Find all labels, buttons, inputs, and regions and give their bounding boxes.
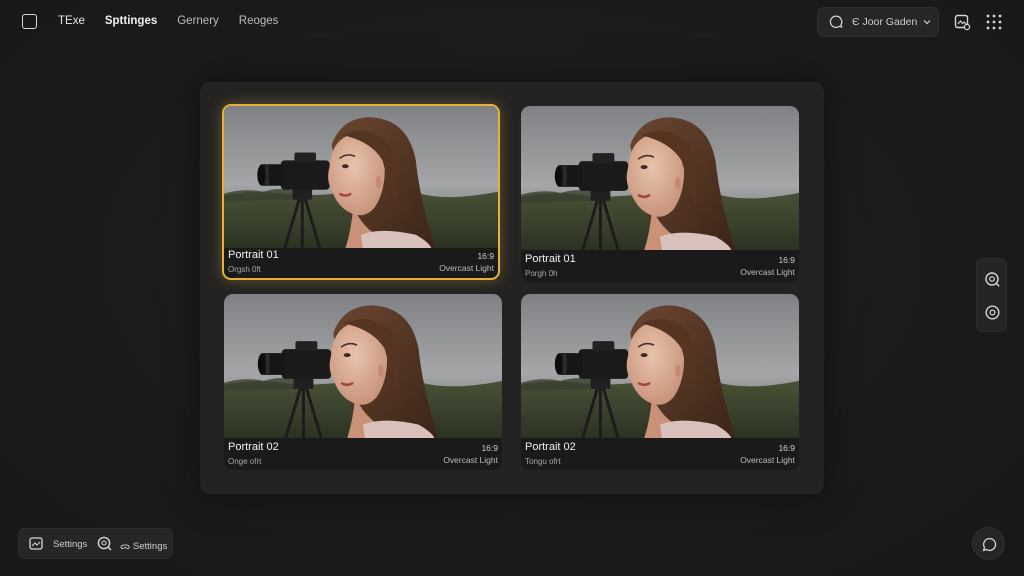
photo-thumbnail <box>224 106 498 248</box>
photo-card[interactable]: Portrait 01 Porgh 0h 16:9 Overcast Light <box>521 106 799 282</box>
card-ratio: 16:9 <box>481 443 498 453</box>
card-lighting: Overcast Light <box>740 267 795 277</box>
photo-thumbnail <box>521 294 799 438</box>
photo-thumbnail <box>224 294 502 438</box>
image-settings-icon[interactable] <box>29 537 43 550</box>
bottom-settings-bar: Settings ᯅ Settings <box>18 528 173 559</box>
card-title: Portrait 02 <box>228 441 279 453</box>
card-title: Portrait 02 <box>525 441 576 453</box>
card-lighting: Overcast Light <box>443 455 498 465</box>
card-lighting: Overcast Light <box>439 263 494 273</box>
right-tool-dock <box>976 258 1007 332</box>
photo-card[interactable]: Portrait 01 Orgsh 0ft 16:9 Overcast Ligh… <box>222 104 500 280</box>
card-ratio: 16:9 <box>778 255 795 265</box>
target-icon[interactable] <box>984 304 1001 321</box>
card-subtitle: Tongu ofrt <box>525 457 561 466</box>
chat-bubble-icon <box>829 15 843 29</box>
chat-button[interactable] <box>972 527 1005 560</box>
zoom-in-icon[interactable] <box>984 271 1001 288</box>
card-lighting: Overcast Light <box>740 455 795 465</box>
brand-label[interactable]: TExe <box>58 15 85 27</box>
photo-card[interactable]: Portrait 02 Оnge ofrt 16:9 Overcast Ligh… <box>224 294 502 470</box>
card-ratio: 16:9 <box>778 443 795 453</box>
account-label: Є Joor Gaden <box>852 16 918 28</box>
settings-button-1[interactable]: Settings <box>53 539 87 550</box>
gallery-panel: Portrait 01 Orgsh 0ft 16:9 Overcast Ligh… <box>200 82 824 494</box>
photo-card[interactable]: Portrait 02 Tongu ofrt 16:9 Overcast Lig… <box>521 294 799 470</box>
nav-item-settings[interactable]: Spttinges <box>105 15 157 27</box>
chevron-down-icon <box>923 20 931 25</box>
card-subtitle: Оnge ofrt <box>228 457 262 466</box>
settings-button-2[interactable]: ᯅ Settings <box>120 539 167 552</box>
view-search-icon[interactable] <box>97 536 112 551</box>
menu-square-icon[interactable] <box>22 14 37 29</box>
image-edit-icon[interactable] <box>953 13 971 31</box>
card-title: Portrait 01 <box>228 249 279 261</box>
app-window: TExe Spttinges Gernery Reoges Є Joor Gad… <box>0 0 1024 576</box>
photo-thumbnail <box>521 106 799 250</box>
account-dropdown[interactable]: Є Joor Gaden <box>817 7 939 37</box>
top-nav: TExe Spttinges Gernery Reoges <box>58 15 298 27</box>
nav-item-gallery[interactable]: Gernery <box>177 15 219 27</box>
nav-item-ranges[interactable]: Reoges <box>239 15 279 27</box>
chat-bubble-icon <box>982 537 997 552</box>
card-ratio: 16:9 <box>477 251 494 261</box>
apps-grid-icon[interactable] <box>985 13 1003 31</box>
card-subtitle: Porgh 0h <box>525 269 558 278</box>
top-bar: TExe Spttinges Gernery Reoges Є Joor Gad… <box>0 0 1024 44</box>
card-subtitle: Orgsh 0ft <box>228 265 261 274</box>
card-title: Portrait 01 <box>525 253 576 265</box>
